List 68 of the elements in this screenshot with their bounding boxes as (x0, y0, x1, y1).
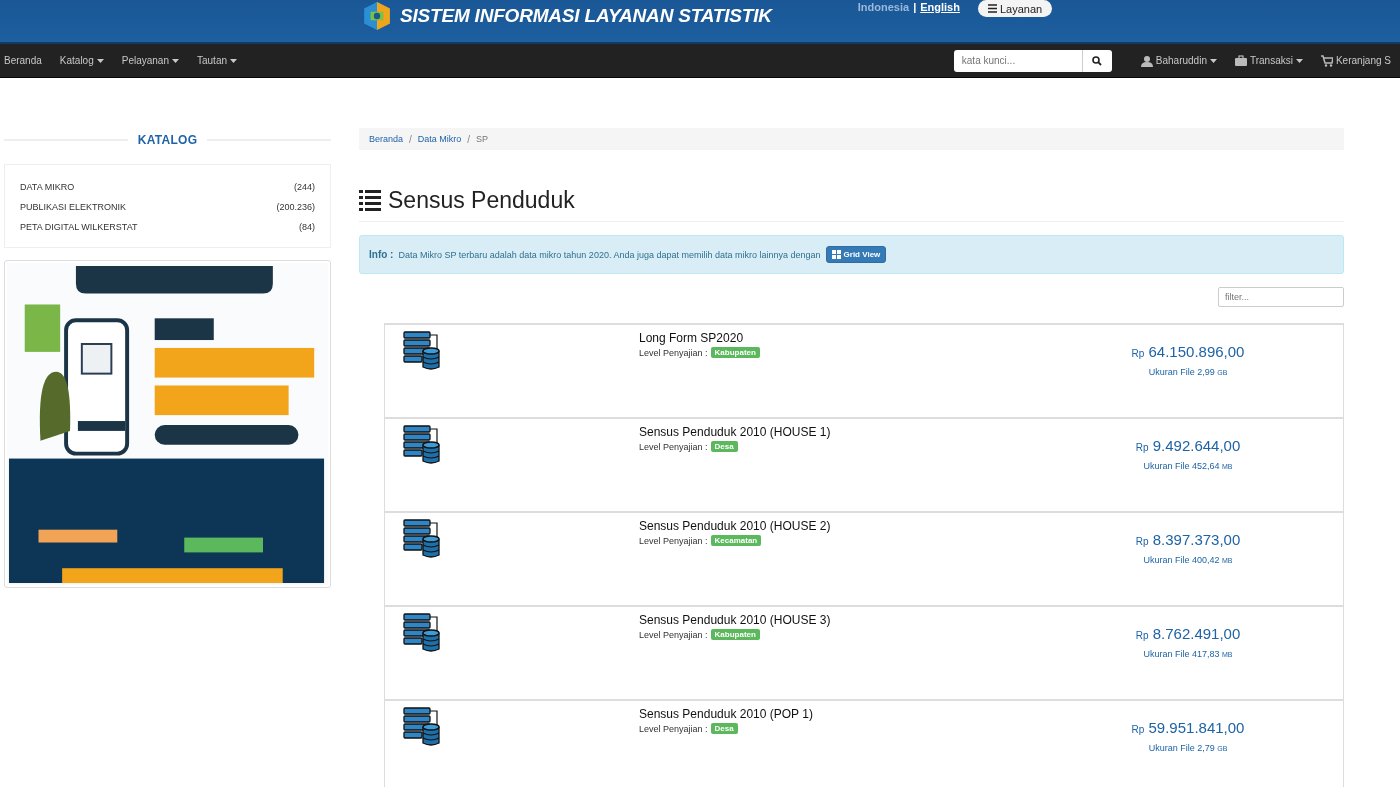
level-tag: Kabupaten (710, 629, 760, 640)
price: Rp 8.397.373,00 (1134, 531, 1242, 548)
dataset-title[interactable]: Sensus Penduduk 2010 (HOUSE 2) (639, 519, 1083, 533)
layanan-button[interactable]: Layanan (977, 0, 1053, 17)
breadcrumb-current: SP (476, 134, 489, 144)
server-database-icon (403, 707, 441, 746)
dataset-title[interactable]: Long Form SP2020 (639, 331, 1083, 345)
nav-link[interactable]: Beranda (0, 55, 51, 66)
level-tag: Kecamatan (710, 535, 762, 546)
site-title: SISTEM INFORMASI LAYANAN STATISTIK (400, 5, 772, 27)
caret-icon (1295, 58, 1303, 63)
price: Rp 8.762.491,00 (1134, 625, 1242, 642)
level-label: Level Penyajian : (639, 629, 708, 640)
level-tag: Desa (710, 441, 738, 452)
caret-icon (230, 58, 238, 63)
info-text: Data Mikro SP terbaru adalah data mikro tahun 2020. Anda juga dapat memilih data mikro lainnya dengan (398, 249, 821, 260)
catalog-link[interactable]: PETA DIGITAL WILKERSTAT (20, 222, 138, 232)
level-label: Level Penyajian : (639, 347, 708, 358)
caret-icon (96, 58, 104, 63)
server-database-icon (403, 519, 441, 558)
server-database-icon (403, 613, 441, 652)
search-button[interactable] (1081, 49, 1112, 72)
user-icon (1140, 54, 1153, 67)
section-heading: KATALOG (137, 133, 198, 147)
level-label: Level Penyajian : (639, 441, 708, 452)
page-title: Sensus Penduduk (388, 187, 575, 214)
dataset-title[interactable]: Sensus Penduduk 2010 (HOUSE 3) (639, 613, 1083, 627)
dataset-title[interactable]: Sensus Penduduk 2010 (HOUSE 1) (639, 425, 1083, 439)
briefcase-icon (1234, 54, 1247, 67)
cart-icon (1320, 54, 1333, 67)
nav-link[interactable]: Pelayanan (112, 55, 188, 66)
item-count: (84) (299, 222, 315, 232)
breadcrumb-separator: / (409, 133, 412, 145)
level-tag: Desa (710, 723, 738, 734)
catalog-link[interactable]: PUBLIKASI ELEKTRONIK (20, 202, 127, 212)
level-label: Level Penyajian : (639, 723, 708, 734)
dataset-title[interactable]: Sensus Penduduk 2010 (POP 1) (639, 707, 1083, 721)
breadcrumb-link[interactable]: Data Mikro (417, 134, 462, 144)
nav-menu-link[interactable]: Baharuddin (1131, 54, 1226, 67)
nav-link[interactable]: Tautan (188, 55, 247, 66)
item-count: (244) (294, 182, 315, 192)
level-label: Level Penyajian : (639, 535, 708, 546)
list-icon (359, 189, 381, 212)
caret-icon (1209, 58, 1217, 63)
nav-menu-link[interactable]: Transaksi (1225, 54, 1312, 67)
caret-icon (172, 58, 179, 63)
separator: | (913, 1, 917, 13)
nav-menu-link[interactable]: Keranjang S (1311, 54, 1400, 67)
filter-field[interactable]: filter... (1218, 287, 1344, 307)
item-count: (200.236) (276, 202, 315, 212)
grid-view-button[interactable]: Grid View (825, 246, 887, 263)
search-field[interactable]: kata kunci... (953, 49, 1082, 72)
nav-link[interactable]: Katalog (50, 55, 113, 66)
price: Rp 59.951.841,00 (1130, 719, 1246, 736)
menu-icon (987, 4, 997, 13)
price: Rp 9.492.644,00 (1134, 437, 1242, 454)
language-link[interactable]: Indonesia (857, 1, 910, 13)
breadcrumb-separator: / (467, 133, 471, 145)
level-tag: Kabupaten (710, 347, 760, 358)
catalog-link[interactable]: DATA MIKRO (20, 182, 75, 192)
breadcrumb-link[interactable]: Beranda (369, 134, 404, 144)
server-database-icon (403, 331, 441, 370)
search-icon (1092, 55, 1103, 66)
price: Rp 64.150.896,00 (1130, 343, 1246, 360)
info-label: Info : (369, 249, 394, 260)
language-link[interactable]: English (920, 1, 960, 13)
server-database-icon (403, 425, 441, 464)
grid-icon (831, 250, 841, 259)
